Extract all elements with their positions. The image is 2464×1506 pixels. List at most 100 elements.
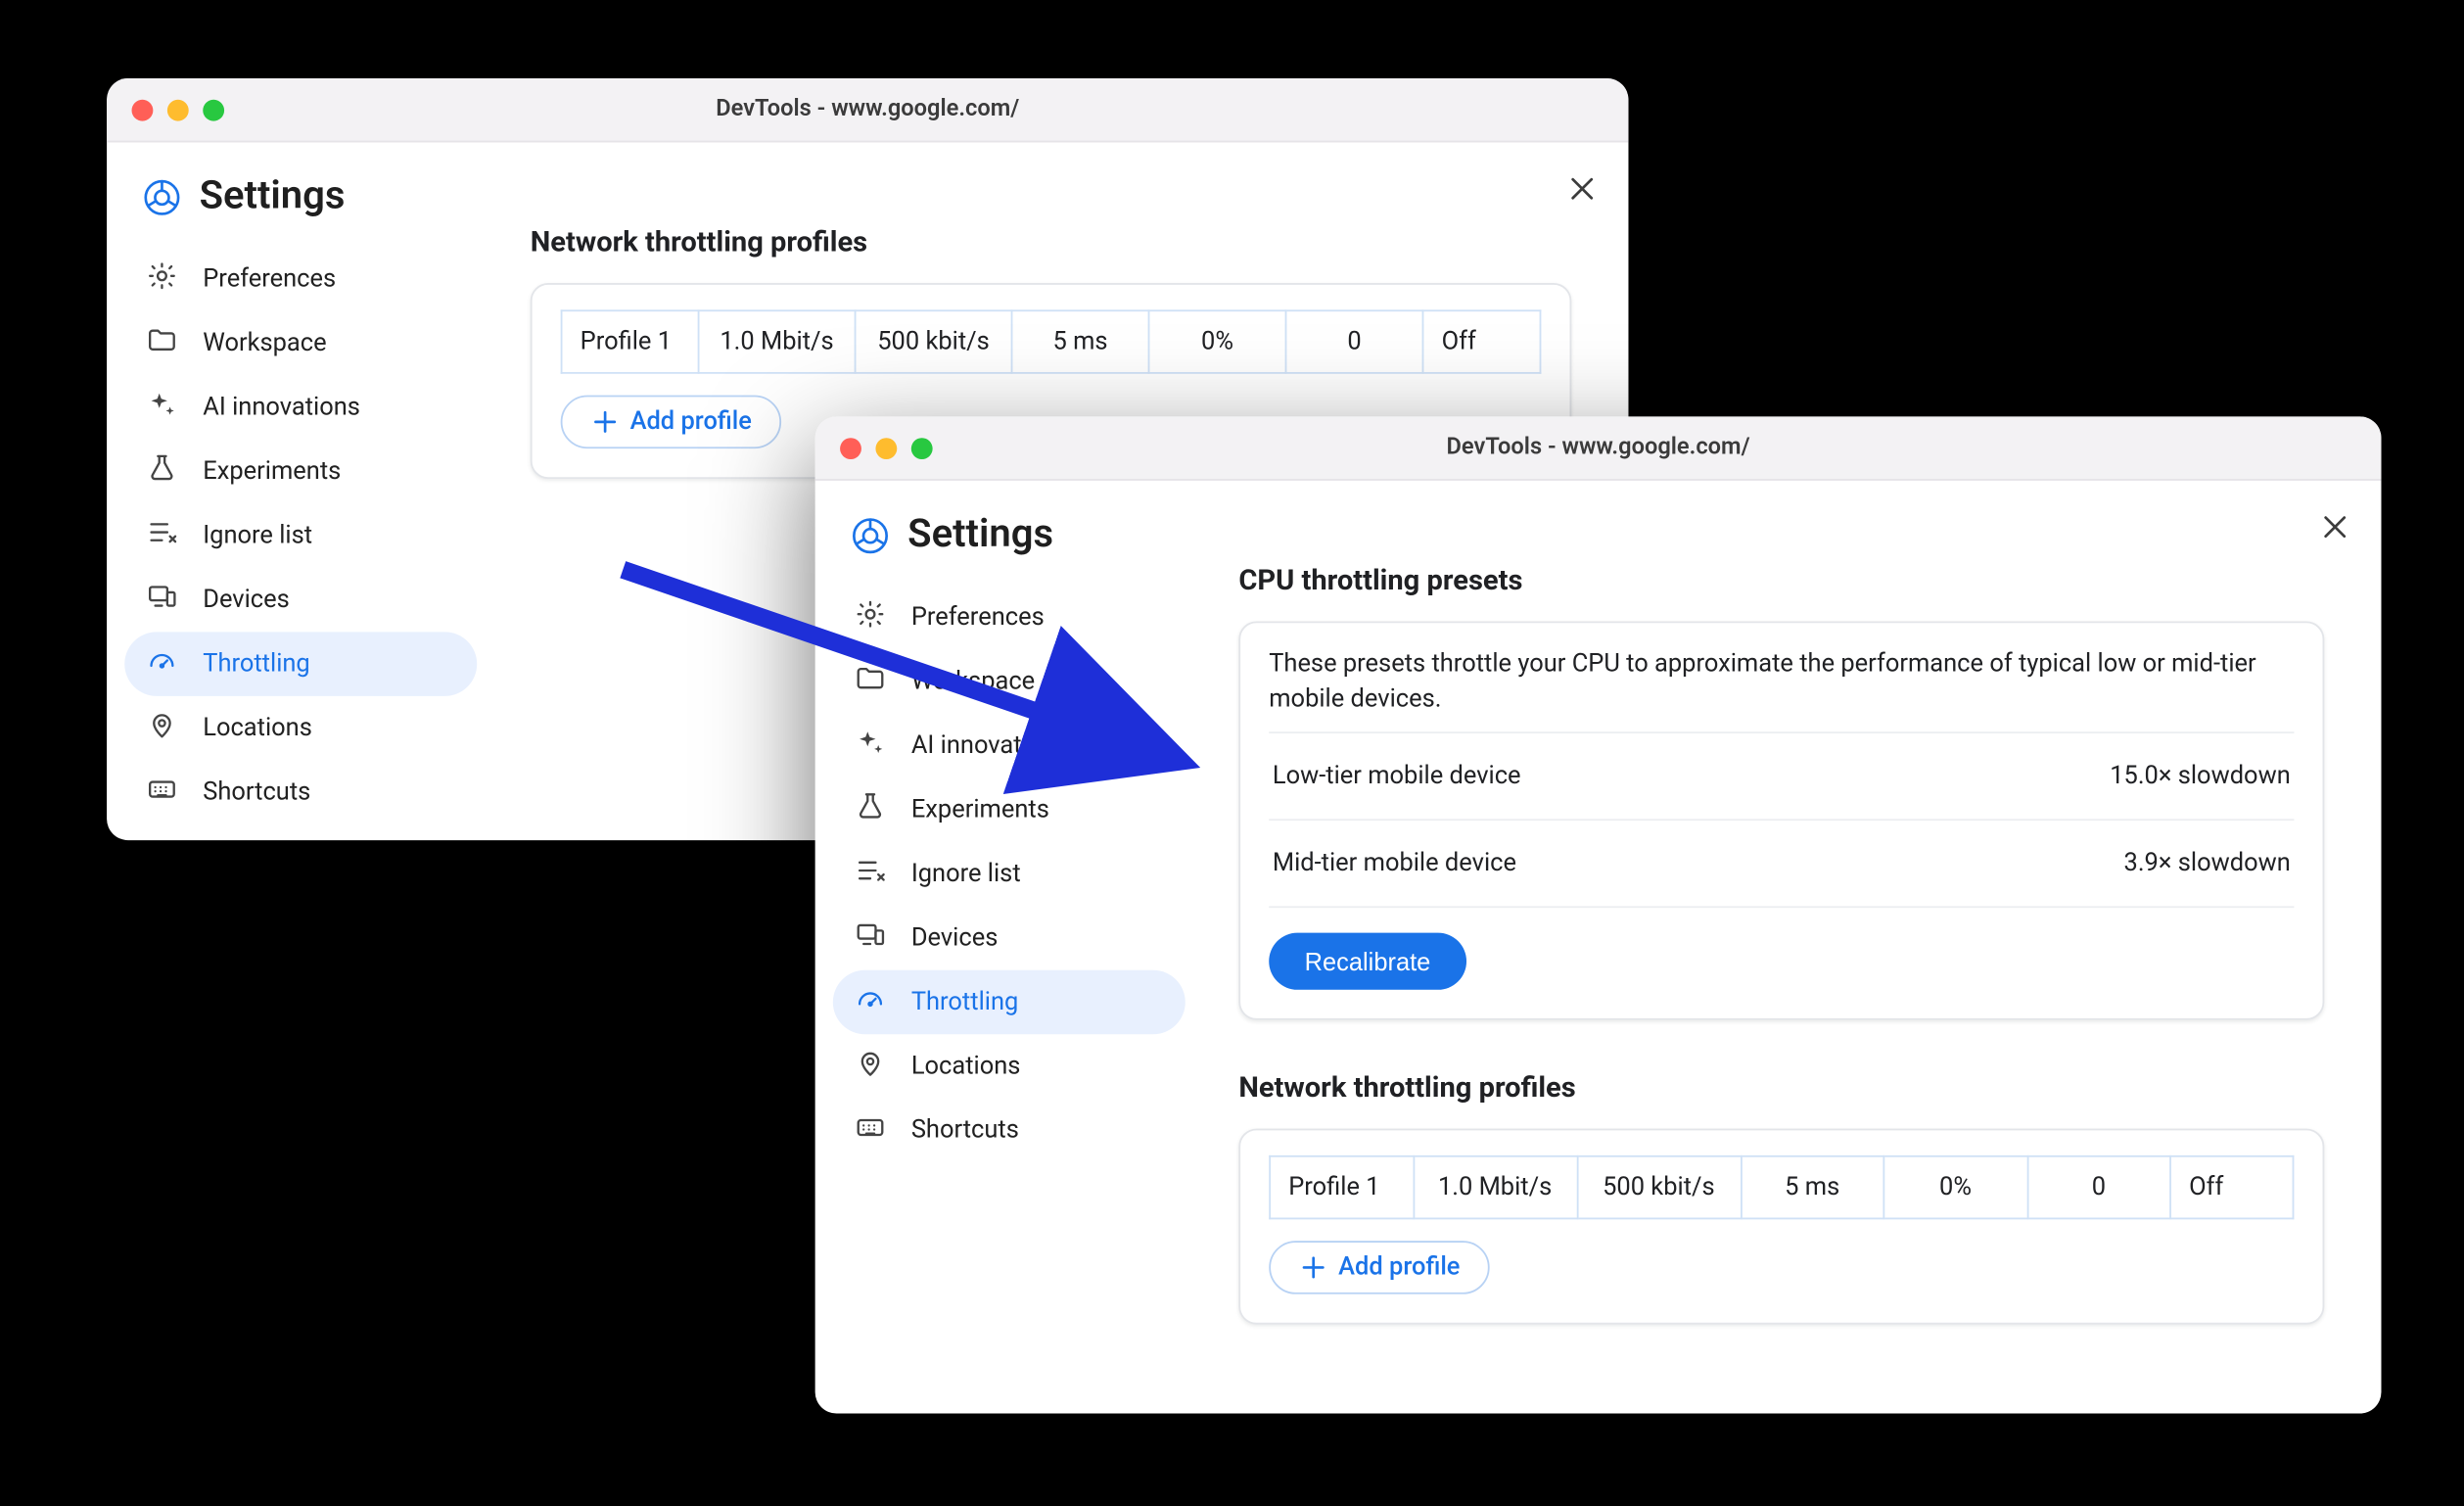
sidebar-item-label: AI innovations [203, 394, 455, 422]
sidebar-item-devices[interactable]: Devices [833, 906, 1186, 969]
sidebar-item-workspace[interactable]: Workspace [124, 311, 477, 375]
profile-name: Profile 1 [1270, 1156, 1413, 1219]
sidebar-item-label: Throttling [203, 650, 455, 679]
network-throttling-title: Network throttling profiles [1238, 1070, 2324, 1105]
preset-value: 3.9× slowdown [2124, 850, 2291, 878]
window-title: DevTools - www.google.com/ [815, 435, 2382, 461]
close-dot-icon[interactable] [132, 100, 154, 121]
sidebar-item-label: AI innovations [911, 731, 1164, 760]
sidebar-item-experiments[interactable]: Experiments [124, 440, 477, 503]
sidebar-item-throttling[interactable]: Throttling [833, 970, 1186, 1034]
plus-icon [1299, 1253, 1327, 1282]
profile-latency: 5 ms [1012, 310, 1149, 373]
cpu-throttling-title: CPU throttling presets [1238, 562, 2324, 596]
gear-icon [146, 259, 178, 299]
gauge-icon [855, 983, 887, 1022]
sidebar-item-preferences[interactable]: Preferences [124, 248, 477, 311]
keyboard-icon [855, 1110, 887, 1150]
profile-download: 1.0 Mbit/s [699, 310, 856, 373]
zoom-dot-icon[interactable] [203, 100, 224, 121]
ignore-icon [146, 516, 178, 555]
flask-icon [855, 790, 887, 829]
sidebar-item-workspace[interactable]: Workspace [833, 650, 1186, 714]
sidebar-item-shortcuts[interactable]: Shortcuts [833, 1099, 1186, 1162]
keyboard-icon [146, 773, 178, 812]
profile-row[interactable]: Profile 1 1.0 Mbit/s 500 kbit/s 5 ms 0% … [1270, 1156, 2293, 1219]
sidebar-item-label: Ignore list [911, 860, 1164, 888]
profile-packet-loss: 0% [1149, 310, 1286, 373]
preset-row-mid[interactable]: Mid-tier mobile device 3.9× slowdown [1269, 820, 2294, 907]
profile-row[interactable]: Profile 1 1.0 Mbit/s 500 kbit/s 5 ms 0% … [562, 310, 1541, 373]
sidebar-item-label: Shortcuts [911, 1116, 1164, 1145]
minimize-dot-icon[interactable] [167, 100, 189, 121]
profile-download: 1.0 Mbit/s [1413, 1156, 1576, 1219]
sidebar-item-label: Workspace [203, 329, 455, 357]
add-profile-label: Add profile [1338, 1253, 1460, 1282]
sidebar-item-shortcuts[interactable]: Shortcuts [124, 760, 477, 824]
sidebar-item-ignore-list[interactable]: Ignore list [124, 503, 477, 567]
sidebar-item-label: Devices [911, 924, 1164, 953]
sidebar-item-preferences[interactable]: Preferences [833, 586, 1186, 649]
traffic-lights[interactable] [840, 438, 933, 459]
sidebar-item-ai-innovations[interactable]: AI innovations [124, 376, 477, 440]
window-title: DevTools - www.google.com/ [107, 96, 1628, 122]
sidebar-item-label: Experiments [911, 796, 1164, 824]
gauge-icon [146, 644, 178, 683]
sidebar-item-ignore-list[interactable]: Ignore list [833, 842, 1186, 906]
flask-icon [146, 452, 178, 492]
sidebar-item-ai-innovations[interactable]: AI innovations [833, 714, 1186, 777]
gear-icon [855, 598, 887, 637]
preset-row-low[interactable]: Low-tier mobile device 15.0× slowdown [1269, 732, 2294, 820]
recalibrate-button[interactable]: Recalibrate [1269, 933, 1465, 990]
sidebar-item-label: Devices [203, 586, 455, 614]
ignore-icon [855, 855, 887, 894]
sidebar-item-experiments[interactable]: Experiments [833, 777, 1186, 841]
network-profiles-card: Profile 1 1.0 Mbit/s 500 kbit/s 5 ms 0% … [1238, 1129, 2324, 1325]
sparkle-icon [855, 727, 887, 766]
devtools-window-front: DevTools - www.google.com/ Settings Pref… [815, 416, 2382, 1413]
pin-icon [146, 709, 178, 748]
traffic-lights[interactable] [132, 100, 225, 121]
devices-icon [146, 581, 178, 620]
profile-state: Off [2170, 1156, 2293, 1219]
window-titlebar[interactable]: DevTools - www.google.com/ [815, 416, 2382, 480]
settings-sidebar: Settings Preferences Workspace AI innovati… [815, 481, 1203, 1368]
profile-upload: 500 kbit/s [856, 310, 1012, 373]
profile-latency: 5 ms [1741, 1156, 1883, 1219]
sidebar-list-back: Preferences Workspace AI innovations Experi… [107, 240, 494, 831]
chrome-icon [851, 515, 890, 554]
folder-icon [855, 662, 887, 701]
settings-title: Settings [200, 174, 346, 218]
sidebar-item-label: Throttling [911, 988, 1164, 1016]
profile-name: Profile 1 [562, 310, 699, 373]
settings-sidebar: Settings Preferences Workspace AI innovati… [107, 142, 494, 840]
sparkle-icon [146, 388, 178, 427]
settings-title: Settings [907, 513, 1053, 557]
folder-icon [146, 324, 178, 363]
preset-value: 15.0× slowdown [2110, 762, 2291, 790]
close-dot-icon[interactable] [840, 438, 861, 459]
sidebar-item-locations[interactable]: Locations [124, 696, 477, 760]
add-profile-button[interactable]: Add profile [561, 396, 782, 449]
sidebar-item-throttling[interactable]: Throttling [124, 632, 477, 695]
sidebar-item-devices[interactable]: Devices [124, 568, 477, 632]
add-profile-label: Add profile [630, 407, 752, 436]
add-profile-button[interactable]: Add profile [1269, 1241, 1490, 1294]
minimize-dot-icon[interactable] [875, 438, 897, 459]
cpu-presets-card: These presets throttle your CPU to appro… [1238, 621, 2324, 1020]
zoom-dot-icon[interactable] [911, 438, 933, 459]
sidebar-item-label: Experiments [203, 457, 455, 486]
profile-queue: 0 [2027, 1156, 2170, 1219]
profile-upload: 500 kbit/s [1577, 1156, 1741, 1219]
sidebar-item-label: Preferences [911, 603, 1164, 632]
preset-name: Mid-tier mobile device [1273, 850, 1516, 878]
sidebar-item-locations[interactable]: Locations [833, 1034, 1186, 1098]
plus-icon [591, 407, 620, 436]
window-titlebar[interactable]: DevTools - www.google.com/ [107, 78, 1628, 142]
sidebar-item-label: Ignore list [203, 522, 455, 550]
profile-packet-loss: 0% [1883, 1156, 2026, 1219]
sidebar-item-label: Shortcuts [203, 777, 455, 806]
sidebar-item-label: Locations [911, 1052, 1164, 1080]
sidebar-item-label: Workspace [911, 668, 1164, 696]
pin-icon [855, 1047, 887, 1086]
